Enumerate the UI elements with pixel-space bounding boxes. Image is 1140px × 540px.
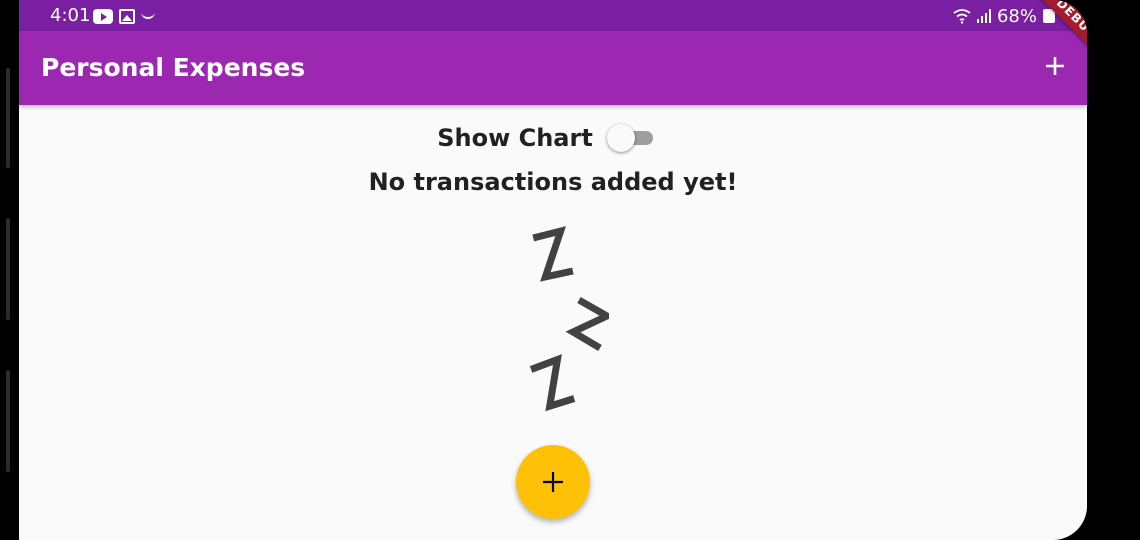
show-chart-label: Show Chart	[437, 124, 593, 152]
youtube-icon	[93, 8, 113, 24]
gallery-icon	[119, 8, 135, 24]
smile-icon	[141, 10, 155, 19]
battery-percent: 68%	[996, 5, 1037, 27]
system-icons: 68%	[953, 5, 1055, 27]
edge-mark	[6, 68, 10, 168]
switch-thumb	[606, 124, 635, 152]
signal-icon	[976, 9, 991, 23]
show-chart-row: Show Chart	[19, 118, 1087, 158]
wifi-icon	[953, 8, 971, 24]
status-bar: 4:01 68%	[19, 0, 1087, 31]
add-transaction-button[interactable]	[1038, 49, 1072, 83]
show-chart-switch[interactable]	[606, 124, 655, 152]
app-title: Personal Expenses	[41, 53, 306, 82]
status-time: 4:01	[50, 5, 91, 26]
edge-mark	[6, 218, 10, 320]
add-icon	[543, 472, 563, 492]
device-edge	[6, 0, 12, 540]
device-frame: 4:01 68% Personal Expenses DEBUG Show Ch…	[0, 0, 1140, 540]
app-bar: Personal Expenses	[19, 31, 1087, 105]
notification-icons	[93, 7, 155, 25]
app-screen: 4:01 68% Personal Expenses DEBUG Show Ch…	[19, 0, 1087, 540]
add-icon	[1046, 57, 1064, 75]
edge-mark	[6, 370, 10, 472]
sleeping-zzz-image	[529, 226, 609, 412]
empty-state-message: No transactions added yet!	[368, 168, 738, 196]
add-transaction-fab[interactable]	[516, 445, 590, 519]
